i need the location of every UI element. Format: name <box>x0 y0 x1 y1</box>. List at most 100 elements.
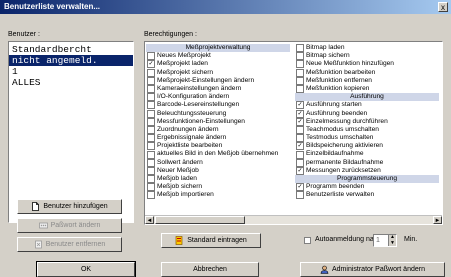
permission-item[interactable]: ✓ Programm beenden <box>295 183 439 192</box>
permission-label: Einzelbildaufnahme <box>306 150 364 158</box>
checked-checkbox[interactable]: ✓ <box>147 60 155 69</box>
unchecked-checkbox[interactable] <box>147 93 155 102</box>
permission-item[interactable]: Benutzerliste verwalten <box>295 191 439 200</box>
checked-checkbox[interactable]: ✓ <box>296 101 304 110</box>
unchecked-checkbox[interactable] <box>147 158 155 167</box>
permission-item[interactable]: Meßprojekt-Einstellungen ändern <box>146 77 290 85</box>
permission-item[interactable]: Sollwert ändern <box>146 159 290 167</box>
unchecked-checkbox[interactable] <box>147 175 155 184</box>
permission-item[interactable]: Neue Meßfunktion hinzufügen <box>295 60 439 69</box>
autologin-minutes-input[interactable]: 1 ▲ ▼ <box>373 234 397 247</box>
unchecked-checkbox[interactable] <box>296 150 304 159</box>
unchecked-checkbox[interactable] <box>296 125 304 134</box>
unchecked-checkbox[interactable] <box>147 85 155 94</box>
add-user-button[interactable]: Benutzer hinzufügen <box>17 199 122 214</box>
permissions-list[interactable]: Meßprojektverwaltung Neues Meßprojekt ✓ Meß… <box>144 41 443 225</box>
permission-item[interactable]: Einzelbildaufnahme <box>295 150 439 159</box>
unchecked-checkbox[interactable] <box>296 134 304 143</box>
permission-item[interactable]: Meßprojekt sichern <box>146 69 290 77</box>
permission-label: Meßprojekt sichern <box>157 68 214 76</box>
permission-item[interactable]: Bitmap laden <box>295 44 439 53</box>
permission-item[interactable]: permanente Bildaufnahme <box>295 159 439 167</box>
permission-item[interactable]: ✓ Bildspeicherung aktivieren <box>295 142 439 151</box>
unchecked-checkbox[interactable] <box>147 134 155 143</box>
permission-item[interactable]: Teachmodus umschalten <box>295 126 439 134</box>
new-document-icon <box>31 202 40 211</box>
permission-item[interactable]: Kameraeinstellungen ändern <box>146 84 290 94</box>
checked-checkbox[interactable]: ✓ <box>296 183 304 192</box>
minutes-spinner[interactable]: ▲ ▼ <box>388 234 396 246</box>
unchecked-checkbox[interactable] <box>296 44 304 53</box>
permission-item[interactable]: I/O-Konfiguration ändern <box>146 93 290 102</box>
permission-label: Bitmap sichern <box>306 52 350 60</box>
unchecked-checkbox[interactable] <box>147 166 155 175</box>
unchecked-checkbox[interactable] <box>296 68 304 77</box>
permission-label: Kameraeinstellungen ändern <box>157 84 242 92</box>
unchecked-checkbox[interactable] <box>147 142 155 151</box>
user-list-item[interactable]: nicht angemeld. <box>9 55 133 66</box>
permission-item[interactable]: Projektliste bearbeiten <box>146 142 290 151</box>
unchecked-checkbox[interactable] <box>147 68 155 77</box>
permission-item[interactable]: Meßjob sichern <box>146 183 290 192</box>
unchecked-checkbox[interactable] <box>147 183 155 192</box>
user-list-item[interactable]: 1 <box>9 66 133 77</box>
unchecked-checkbox[interactable] <box>147 150 155 159</box>
permission-label: Beleuchtungssteuerung <box>157 109 227 117</box>
unchecked-checkbox[interactable] <box>147 52 155 61</box>
standard-button[interactable]: Standard eintragen <box>161 233 261 248</box>
scroll-left-icon[interactable]: ◄ <box>145 216 154 224</box>
unchecked-checkbox[interactable] <box>147 117 155 126</box>
horizontal-scrollbar[interactable]: ◄ ► <box>145 215 442 224</box>
remove-user-button[interactable]: Benutzer entfernen <box>17 237 122 252</box>
permission-item[interactable]: Messfunktionen-Einstellungen <box>146 118 290 126</box>
permission-item[interactable]: ✓ Messungen zurücksetzen <box>295 167 439 175</box>
permission-item[interactable]: Zuordnungen ändern <box>146 126 290 134</box>
user-list-item[interactable]: Standardbercht <box>9 44 133 55</box>
checked-checkbox[interactable]: ✓ <box>296 109 304 118</box>
unchecked-checkbox[interactable] <box>296 191 304 200</box>
permission-label: Ausführung starten <box>306 101 362 109</box>
permission-item[interactable]: Beleuchtungssteuerung <box>146 110 290 118</box>
checked-checkbox[interactable]: ✓ <box>296 166 304 175</box>
close-button[interactable]: x <box>438 2 448 12</box>
user-list[interactable]: Standardbercht nicht angemeld. 1 ALLES <box>8 41 134 223</box>
permission-label: Zuordnungen ändern <box>157 125 219 133</box>
permission-item[interactable]: Neues Meßprojekt <box>146 52 290 61</box>
autologin-checkbox[interactable] <box>304 237 311 244</box>
permission-item[interactable]: Meßjob laden <box>146 175 290 184</box>
scroll-right-icon[interactable]: ► <box>433 216 442 224</box>
unchecked-checkbox[interactable] <box>147 109 155 118</box>
unchecked-checkbox[interactable] <box>147 101 155 110</box>
checked-checkbox[interactable]: ✓ <box>296 142 304 151</box>
permission-item[interactable]: Meßjob importieren <box>146 191 290 200</box>
unchecked-checkbox[interactable] <box>296 52 304 61</box>
permission-item[interactable]: Bitmap sichern <box>295 52 439 61</box>
permission-item[interactable]: Meßfunktion kopieren <box>295 85 439 94</box>
unchecked-checkbox[interactable] <box>147 125 155 134</box>
unchecked-checkbox[interactable] <box>296 85 304 94</box>
unchecked-checkbox[interactable] <box>296 60 304 69</box>
permission-item[interactable]: aktuelles Bild in den Meßjob übernehmen <box>146 150 290 159</box>
window-title: Benutzerliste verwalten... <box>4 2 101 11</box>
permission-item[interactable]: ✓ Einzelmessung durchführen <box>295 118 439 126</box>
permission-label: Programmsteuerung <box>336 175 398 182</box>
permission-label: Meßprojekt laden <box>157 60 208 68</box>
permission-item[interactable]: ✓ Ausführung beenden <box>295 110 439 118</box>
permission-item[interactable]: Meßfunktion bearbeiten <box>295 69 439 77</box>
permission-item[interactable]: Meßfunktion entfernen <box>295 77 439 85</box>
permission-label: Programm beenden <box>306 183 365 191</box>
permission-item[interactable]: Neuer Meßjob <box>146 167 290 175</box>
user-list-item[interactable]: ALLES <box>9 77 133 88</box>
scroll-thumb[interactable] <box>155 216 245 224</box>
unchecked-checkbox[interactable] <box>147 76 155 85</box>
unchecked-checkbox[interactable] <box>147 191 155 200</box>
unchecked-checkbox[interactable] <box>296 158 304 167</box>
checked-checkbox[interactable]: ✓ <box>296 117 304 126</box>
permission-item[interactable]: ✓ Meßprojekt laden <box>146 60 290 69</box>
change-password-button[interactable]: Paßwort ändern <box>17 218 122 233</box>
permission-item[interactable]: Ergebnissignale ändern <box>146 134 290 143</box>
permission-item[interactable]: Testmodus umschalten <box>295 134 439 143</box>
permission-item[interactable]: Barcode-Lesereinstellungen <box>146 101 290 110</box>
permission-item[interactable]: ✓ Ausführung starten <box>295 101 439 110</box>
unchecked-checkbox[interactable] <box>296 76 304 85</box>
